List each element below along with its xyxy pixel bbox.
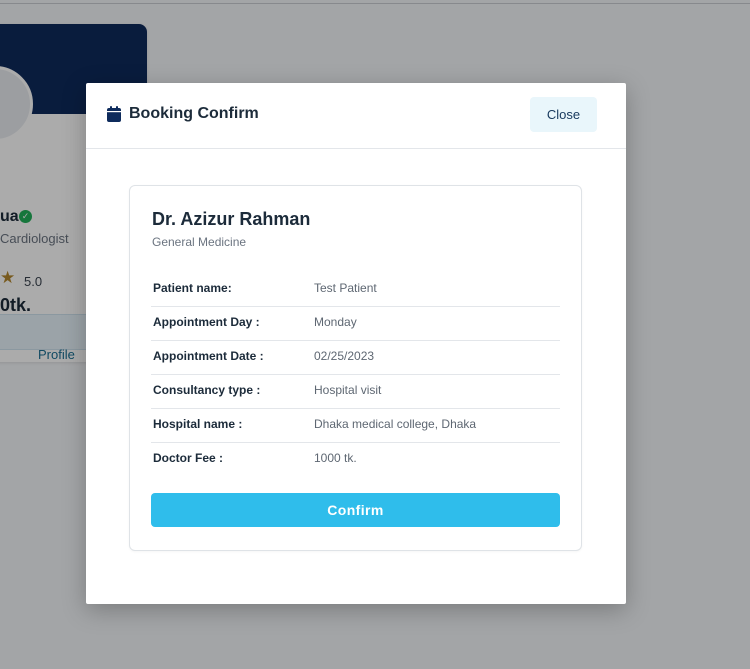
detail-value: Monday — [314, 315, 357, 329]
detail-row-hospital-name: Hospital name : Dhaka medical college, D… — [151, 409, 560, 443]
doctor-name: Dr. Azizur Rahman — [152, 209, 311, 229]
booking-confirm-modal: Booking Confirm Close Dr. Azizur Rahman … — [86, 83, 626, 604]
modal-title: Booking Confirm — [129, 105, 259, 122]
detail-value: 1000 tk. — [314, 451, 357, 465]
detail-label: Consultancy type : — [153, 383, 261, 397]
detail-value: 02/25/2023 — [314, 349, 375, 363]
detail-label: Doctor Fee : — [153, 451, 224, 465]
doctor-specialty: General Medicine — [152, 235, 247, 249]
detail-value: Dhaka medical college, Dhaka — [314, 417, 477, 431]
detail-row-appointment-day: Appointment Day : Monday — [151, 307, 560, 341]
modal-header: Booking Confirm Close — [86, 83, 626, 149]
booking-details-card: Dr. Azizur Rahman General Medicine Patie… — [129, 185, 582, 551]
close-button[interactable]: Close — [530, 97, 597, 132]
detail-value: Test Patient — [314, 281, 377, 295]
detail-value: Hospital visit — [314, 383, 382, 397]
confirm-button[interactable]: Confirm — [151, 493, 560, 527]
detail-row-appointment-date: Appointment Date : 02/25/2023 — [151, 341, 560, 375]
detail-label: Patient name: — [153, 281, 232, 295]
detail-label: Appointment Day : — [153, 315, 260, 329]
detail-row-patient-name: Patient name: Test Patient — [151, 273, 560, 307]
detail-row-doctor-fee: Doctor Fee : 1000 tk. — [151, 443, 560, 476]
detail-label: Hospital name : — [153, 417, 243, 431]
detail-row-consultancy-type: Consultancy type : Hospital visit — [151, 375, 560, 409]
booking-details-table: Patient name: Test Patient Appointment D… — [151, 273, 560, 476]
calendar-icon — [107, 106, 121, 122]
detail-label: Appointment Date : — [153, 349, 264, 363]
